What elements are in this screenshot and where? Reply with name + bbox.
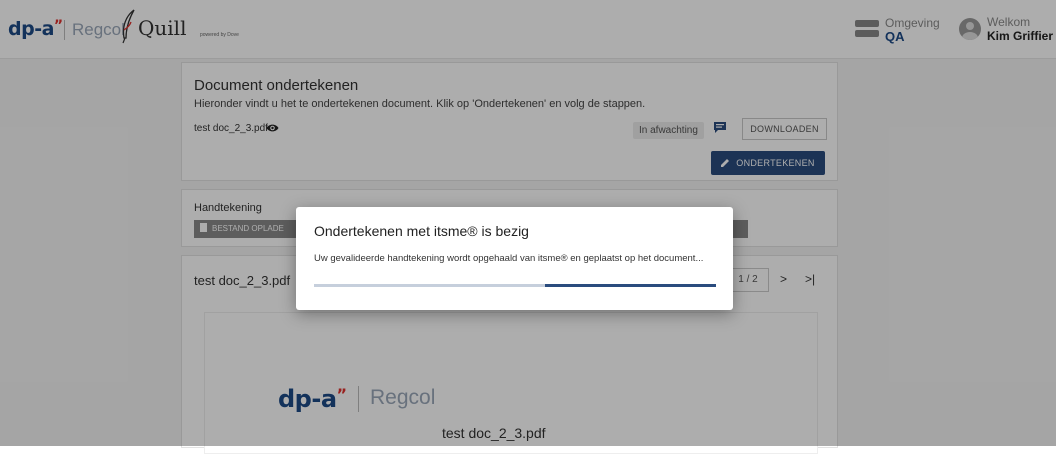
progress-bar-fill [545, 284, 716, 287]
signing-progress-dialog: Ondertekenen met itsme® is bezig Uw geva… [296, 207, 733, 310]
progress-bar [314, 284, 716, 287]
dialog-title: Ondertekenen met itsme® is bezig [314, 223, 529, 239]
dialog-message: Uw gevalideerde handtekening wordt opgeh… [314, 253, 704, 264]
